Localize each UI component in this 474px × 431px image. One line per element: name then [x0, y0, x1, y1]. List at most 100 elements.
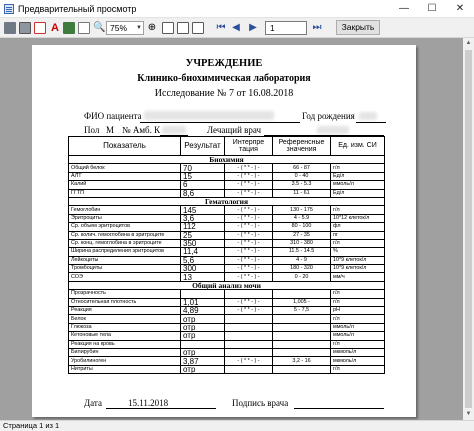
close-window-button[interactable]: ✕: [446, 0, 474, 18]
table-cell: 13: [180, 272, 225, 282]
table-cell: 10*9 клеток/л: [330, 264, 385, 274]
table-cell: 10*12 клеток/л: [330, 213, 385, 224]
table-cell: - ( * * - ) -: [224, 297, 273, 308]
table-cell: 4 - 5.9: [272, 213, 331, 224]
patient-underline: [140, 122, 300, 123]
last-page-icon[interactable]: ⏭: [312, 21, 322, 35]
table-cell: 300: [180, 264, 225, 274]
zoom-icon[interactable]: 🔍: [93, 21, 105, 35]
table-row: Тромбоциты 300- ( * * - ) -180 - 320 10*9 …: [68, 264, 385, 274]
first-page-icon[interactable]: ⏮: [216, 21, 226, 35]
table-cell: 145: [180, 205, 225, 215]
table-cell: [224, 339, 273, 350]
table-cell: 3,6: [180, 213, 225, 224]
table-cell: [224, 322, 273, 333]
maximize-button[interactable]: ☐: [418, 0, 446, 18]
next-page-icon[interactable]: ▶: [248, 21, 258, 35]
table-cell: мкмоль/л: [330, 347, 385, 358]
table-cell: 70: [180, 163, 225, 173]
signature-label: Подпись врача: [232, 398, 289, 408]
doc-title-lab: Клинико-биохимическая лаборатория: [137, 73, 311, 84]
birth-underline: [356, 122, 386, 123]
acrobat-icon[interactable]: [34, 22, 46, 34]
table-cell: [272, 289, 331, 299]
table-cell: pH: [330, 306, 385, 316]
table-cell: г/л: [330, 238, 385, 249]
page-number-input[interactable]: 1: [265, 21, 307, 35]
vertical-scrollbar[interactable]: ▲ ▼: [463, 38, 474, 420]
signature-underline: [294, 408, 384, 409]
table-row: Глюкоза отр ммоль/л: [68, 322, 385, 333]
table-cell: отр: [180, 322, 225, 333]
results-table: Показатель Результат Интерпре тация Референ…: [68, 136, 385, 375]
table-cell: ммоль/л: [330, 322, 385, 333]
table-cell: Нитриты: [68, 364, 181, 375]
close-preview-button[interactable]: Закрыть: [336, 20, 380, 35]
scroll-down-icon[interactable]: ▼: [463, 409, 474, 420]
table-cell: [272, 331, 331, 341]
table-row: Ср. колич. гемоглобина в эритроците 25- (…: [68, 230, 385, 240]
column-header: Показатель: [68, 136, 181, 156]
patient-label: ФИО пациента: [84, 111, 142, 121]
page-icon[interactable]: [162, 22, 174, 34]
table-cell: 3.5 - 5.3: [272, 180, 331, 190]
table-cell: [224, 364, 273, 375]
preview-viewport[interactable]: УЧРЕЖДЕНИЕ Клинико-биохимическая лаборат…: [0, 38, 474, 420]
table-cell: мкмоль/л: [330, 356, 385, 366]
table-cell: [272, 347, 331, 358]
table-cell: 4,89: [180, 306, 225, 316]
table-cell: Гемоглобин: [68, 205, 181, 215]
section-row: Биохимия: [68, 154, 385, 165]
table-cell: Ед/л: [330, 171, 385, 182]
table-cell: отр: [180, 331, 225, 341]
table-row: Относительная плотность 1,01- ( * * - ) -…: [68, 297, 385, 308]
zoom-in-icon[interactable]: ⊕: [147, 21, 157, 35]
table-cell: отр: [180, 364, 225, 375]
table-cell: г/л: [330, 163, 385, 173]
table-cell: [224, 289, 273, 299]
scroll-thumb[interactable]: [465, 50, 472, 408]
table-cell: [272, 339, 331, 350]
zoom-select[interactable]: 75% ▼: [106, 21, 144, 35]
export-icon[interactable]: [63, 22, 75, 34]
table-row: Общий белок 70- ( * * - ) -66 - 87 г/л: [68, 163, 385, 173]
copy-icon[interactable]: [78, 22, 90, 34]
column-header: Ед. изм. СИ: [330, 136, 385, 156]
table-cell: Ср. объем эритроцитов: [68, 222, 181, 232]
section-row: Гематология: [68, 196, 385, 207]
table-row: СОЭ 13- ( * * - ) -0 - 20 мм/ч: [68, 272, 385, 282]
patient-name-redacted: [144, 111, 274, 120]
html-icon[interactable]: А: [48, 21, 62, 35]
document-page: УЧРЕЖДЕНИЕ Клинико-биохимическая лаборат…: [32, 45, 416, 417]
two-pages-icon[interactable]: [177, 22, 189, 34]
date-value: 15.11.2018: [128, 398, 169, 408]
doc-title-institution: УЧРЕЖДЕНИЕ: [185, 58, 263, 69]
table-cell: - ( * * - ) -: [224, 238, 273, 249]
table-cell: 80 - 100: [272, 222, 331, 232]
table-cell: Эритроциты: [68, 213, 181, 224]
table-cell: 4 - 9: [272, 255, 331, 266]
setup-icon[interactable]: [19, 22, 31, 34]
table-cell: пг: [330, 230, 385, 240]
prev-page-icon[interactable]: ◀: [231, 21, 241, 35]
scroll-up-icon[interactable]: ▲: [463, 38, 474, 49]
table-cell: 180 - 320: [272, 264, 331, 274]
section-title: Общий анализ мочи: [68, 280, 385, 291]
table-cell: мм/ч: [330, 272, 385, 282]
table-cell: 0 - 20: [272, 272, 331, 282]
preview-toolbar: А 🔍 75% ▼ ⊕ ⏮ ◀ ▶ 1 ⏭ Закрыть: [0, 18, 474, 38]
date-label: Дата: [84, 398, 102, 408]
doctor-redacted: [317, 126, 349, 134]
table-row: Ширина распределения эритроцитов 11,4- ( …: [68, 247, 385, 257]
table-row: Билирубин отр мкмоль/л: [68, 347, 385, 358]
minimize-button[interactable]: —: [390, 0, 418, 18]
table-row: Кетоновые тела отр ммоль/л: [68, 331, 385, 341]
table-cell: 0 - 40: [272, 171, 331, 182]
section-title: Биохимия: [68, 154, 385, 165]
printer-icon[interactable]: [4, 22, 16, 34]
birth-year-redacted: [359, 112, 377, 120]
table-cell: - ( * * - ) -: [224, 356, 273, 366]
table-cell: АЛТ: [68, 171, 181, 182]
table-cell: 66 - 87: [272, 163, 331, 173]
many-pages-icon[interactable]: [192, 22, 204, 34]
